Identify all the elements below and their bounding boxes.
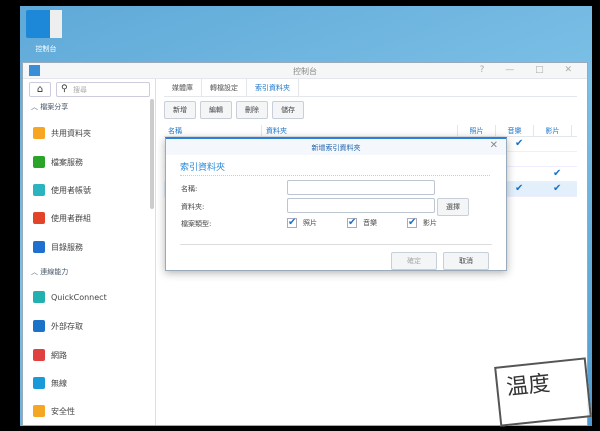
sidebar-item[interactable]: 共用資料夾 <box>33 127 91 139</box>
col-folder[interactable]: 資料夾 <box>262 125 458 136</box>
section-connectivity[interactable]: ︿ 連線能力 <box>31 267 68 277</box>
title-bar[interactable]: 控制台 ? — □ ✕ <box>23 63 587 79</box>
sidebar-item-icon <box>33 377 45 389</box>
sidebar: ⌂ ⚲ 搜尋 ︿ 檔案分享 ︿ 連線能力 共用資料夾檔案服務使用者帳號使用者群組目… <box>23 79 156 425</box>
sidebar-item[interactable]: 無線 <box>33 377 67 389</box>
sidebar-item-icon <box>33 241 45 253</box>
sidebar-item[interactable]: 使用者帳號 <box>33 184 91 196</box>
name-input[interactable] <box>287 180 435 195</box>
check-icon: ✔ <box>515 138 524 149</box>
dialog-section-title: 索引資料夾 <box>180 160 490 176</box>
dialog-divider <box>180 244 492 245</box>
sidebar-item-label: 檔案服務 <box>51 157 83 167</box>
select-button[interactable]: 選擇 <box>437 198 469 216</box>
delete-button[interactable]: 刪除 <box>236 101 268 119</box>
sidebar-scrollbar[interactable] <box>150 99 154 209</box>
sidebar-item-label: 網路 <box>51 350 67 360</box>
col-name[interactable]: 名稱 <box>164 125 262 136</box>
control-panel-desktop-icon[interactable] <box>26 10 62 38</box>
section-label: 連線能力 <box>40 268 69 276</box>
sidebar-item-icon <box>33 320 45 332</box>
tab-indexed-folder[interactable]: 索引資料夾 <box>247 79 299 96</box>
folder-input[interactable] <box>287 198 435 213</box>
sidebar-item[interactable]: 使用者群組 <box>33 212 91 224</box>
search-input[interactable]: ⚲ 搜尋 <box>56 82 150 97</box>
photo-checkbox[interactable]: ✔ 照片 <box>287 218 317 228</box>
check-icon: ✔ <box>407 217 417 228</box>
sidebar-item-icon <box>33 291 45 303</box>
col-music[interactable]: 音樂 <box>496 125 534 136</box>
check-icon: ✔ <box>553 183 562 194</box>
music-checkbox[interactable]: ✔ 音樂 <box>347 218 377 228</box>
folder-label: 資料夾: <box>181 203 205 211</box>
sidebar-item-label: 安全性 <box>51 406 75 416</box>
sidebar-item-label: 共用資料夾 <box>51 128 91 138</box>
check-icon: ✔ <box>515 183 524 194</box>
dialog-title: 新增索引資料夾 <box>311 144 361 152</box>
check-icon: ✔ <box>287 217 297 228</box>
watermark-logo: 温度 <box>494 357 592 427</box>
close-icon[interactable]: ✕ <box>490 140 498 151</box>
sidebar-item[interactable]: 網路 <box>33 349 67 361</box>
check-icon: ✔ <box>553 168 562 179</box>
cancel-button[interactable]: 取消 <box>443 252 489 270</box>
sidebar-item-icon <box>33 156 45 168</box>
video-checkbox[interactable]: ✔ 影片 <box>407 218 437 228</box>
col-photo[interactable]: 照片 <box>458 125 496 136</box>
check-icon: ✔ <box>347 217 357 228</box>
ok-button[interactable]: 確定 <box>391 252 437 270</box>
file-type-label: 檔案類型: <box>181 220 212 228</box>
sidebar-item-label: 使用者帳號 <box>51 185 91 195</box>
add-button[interactable]: 新增 <box>164 101 196 119</box>
desktop-icon-label: 控制台 <box>35 45 57 53</box>
tab-transcode[interactable]: 轉檔設定 <box>202 79 247 96</box>
sidebar-item-label: 無線 <box>51 378 67 388</box>
sidebar-item-label: 目錄服務 <box>51 242 83 252</box>
toolbar: 新增 編輯 刪除 儲存 <box>164 101 577 119</box>
sidebar-item[interactable]: 安全性 <box>33 405 75 417</box>
sidebar-item-label: 使用者群組 <box>51 213 91 223</box>
section-file-sharing[interactable]: ︿ 檔案分享 <box>31 102 68 112</box>
section-label: 檔案分享 <box>40 103 69 111</box>
sidebar-item-icon <box>33 405 45 417</box>
col-video[interactable]: 影片 <box>534 125 572 136</box>
table-header: 名稱 資料夾 照片 音樂 影片 <box>164 125 577 137</box>
save-button[interactable]: 儲存 <box>272 101 304 119</box>
sidebar-item-icon <box>33 349 45 361</box>
sidebar-item-icon <box>33 184 45 196</box>
sidebar-item[interactable]: 目錄服務 <box>33 241 83 253</box>
sidebar-item[interactable]: 檔案服務 <box>33 156 83 168</box>
home-button[interactable]: ⌂ <box>29 82 51 97</box>
sidebar-item-label: QuickConnect <box>51 292 107 302</box>
search-placeholder: 搜尋 <box>73 86 87 94</box>
dialog-title-bar: 新增索引資料夾 ✕ <box>166 139 506 155</box>
tab-media-library[interactable]: 媒體庫 <box>164 79 202 96</box>
checkbox-label: 音樂 <box>363 219 377 227</box>
window-controls[interactable]: ? — □ ✕ <box>480 65 581 75</box>
sidebar-item-label: 外部存取 <box>51 321 83 331</box>
search-icon: ⚲ <box>61 84 68 94</box>
edit-button[interactable]: 編輯 <box>200 101 232 119</box>
sidebar-item[interactable]: 外部存取 <box>33 320 83 332</box>
checkbox-label: 影片 <box>423 219 437 227</box>
sidebar-item-icon <box>33 127 45 139</box>
name-label: 名稱: <box>181 185 198 193</box>
tab-bar: 媒體庫 轉檔設定 索引資料夾 <box>164 79 577 97</box>
sidebar-item-icon <box>33 212 45 224</box>
checkbox-label: 照片 <box>303 219 317 227</box>
add-indexed-folder-dialog: 新增索引資料夾 ✕ 索引資料夾 名稱: 資料夾: 選擇 檔案類型: ✔ 照片 ✔ 音樂… <box>165 137 507 271</box>
sidebar-item[interactable]: QuickConnect <box>33 291 107 303</box>
